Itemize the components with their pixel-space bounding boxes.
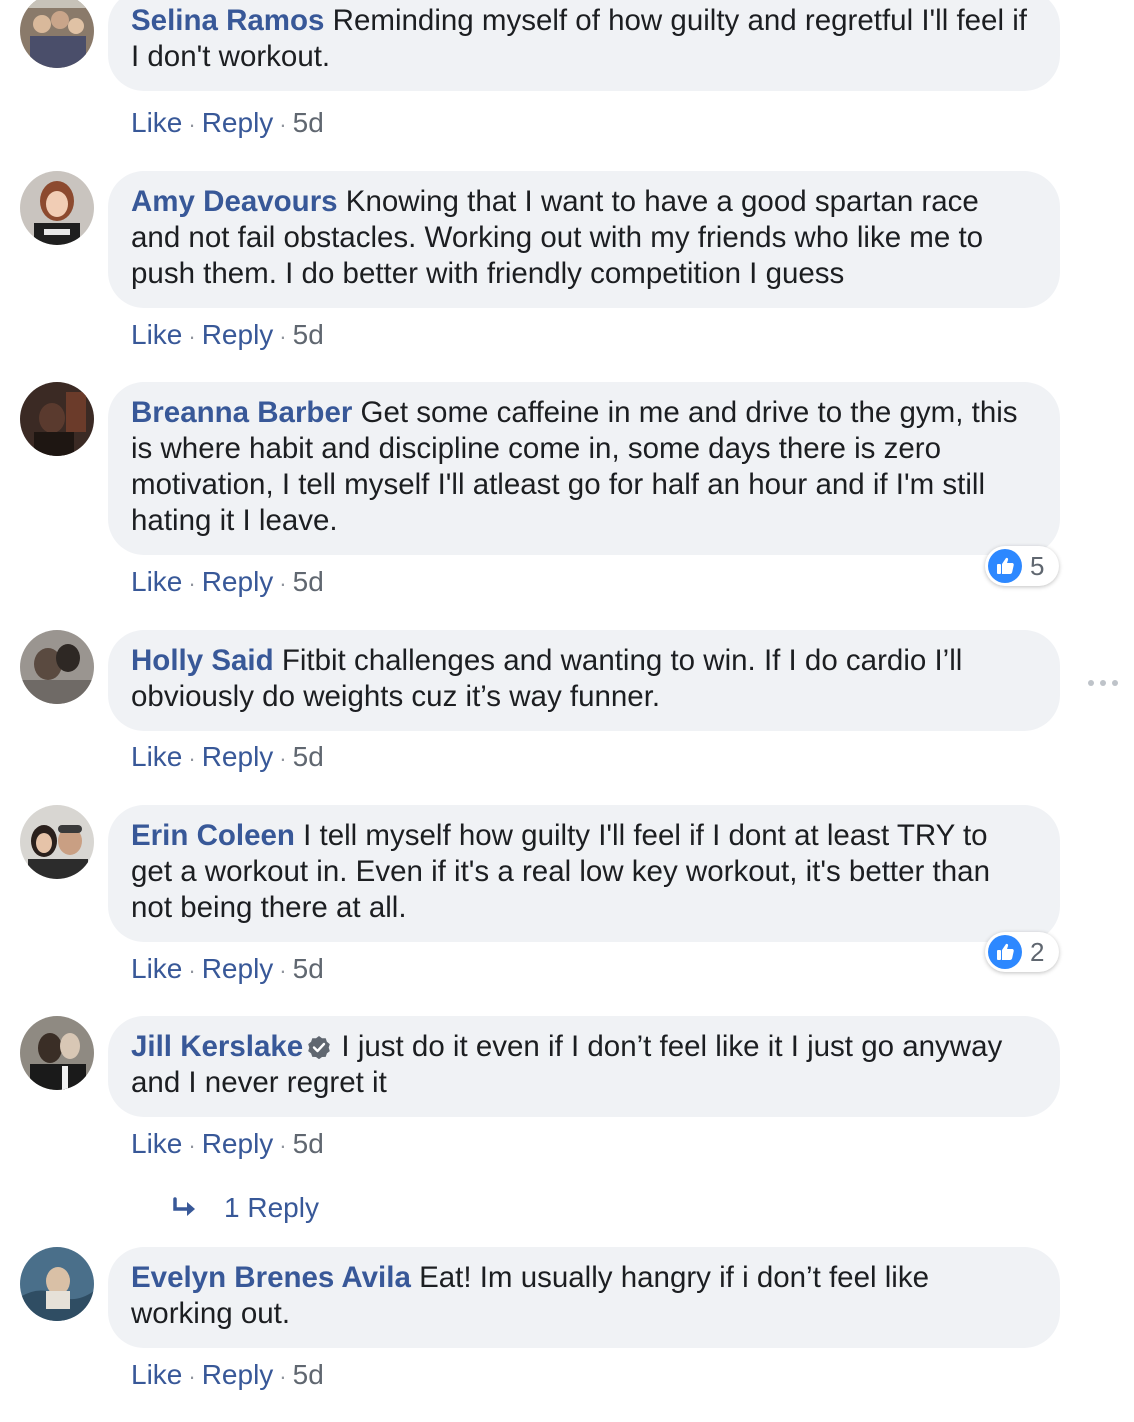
like-button[interactable]: Like — [131, 741, 182, 772]
separator-dot: · — [279, 324, 287, 349]
comment-bubble: Erin Coleen I tell myself how guilty I'l… — [108, 805, 1060, 942]
comment-timestamp[interactable]: 5d — [293, 741, 324, 772]
reaction-summary[interactable]: 2 — [985, 932, 1059, 972]
thumbs-up-icon — [988, 935, 1022, 969]
comment-actions: Like · Reply · 5d — [131, 565, 324, 601]
reply-arrow-icon — [173, 1197, 195, 1216]
reply-button[interactable]: Reply — [202, 1359, 274, 1390]
comment-author[interactable]: Breanna Barber — [131, 396, 352, 429]
comment-author[interactable]: Holly Said — [131, 644, 274, 677]
reply-button[interactable]: Reply — [202, 953, 274, 984]
separator-dot: · — [279, 571, 287, 596]
avatar[interactable] — [20, 382, 94, 456]
comment-bubble: Evelyn Brenes Avila Eat! Im usually hang… — [108, 1247, 1060, 1348]
view-replies-link[interactable]: 1 Reply — [172, 1192, 319, 1224]
avatar[interactable] — [20, 1247, 94, 1321]
comment-actions: Like · Reply · 5d — [131, 1127, 324, 1163]
like-button[interactable]: Like — [131, 566, 182, 597]
avatar[interactable] — [20, 171, 94, 245]
reply-button[interactable]: Reply — [202, 1128, 274, 1159]
separator-dot: · — [188, 1133, 196, 1158]
separator-dot: · — [188, 324, 196, 349]
like-button[interactable]: Like — [131, 953, 182, 984]
comment-actions: Like · Reply · 5d — [131, 106, 324, 142]
separator-dot: · — [188, 746, 196, 771]
comment-author[interactable]: Erin Coleen — [131, 819, 295, 852]
comment-timestamp[interactable]: 5d — [293, 953, 324, 984]
comment-actions: Like · Reply · 5d — [131, 740, 324, 776]
comment-actions: Like · Reply · 5d — [131, 952, 324, 988]
reaction-count: 5 — [1030, 550, 1045, 581]
separator-dot: · — [188, 112, 196, 137]
like-button[interactable]: Like — [131, 319, 182, 350]
separator-dot: · — [279, 958, 287, 983]
reply-button[interactable]: Reply — [202, 741, 274, 772]
comment-author[interactable]: Selina Ramos — [131, 4, 324, 37]
comment-actions: Like · Reply · 5d — [131, 1358, 324, 1394]
avatar[interactable] — [20, 630, 94, 704]
reply-button[interactable]: Reply — [202, 566, 274, 597]
separator-dot: · — [188, 1364, 196, 1389]
comment-author[interactable]: Evelyn Brenes Avila — [131, 1261, 411, 1294]
comment-bubble: Selina Ramos Reminding myself of how gui… — [108, 0, 1060, 91]
comment-author[interactable]: Amy Deavours — [131, 185, 338, 218]
avatar[interactable] — [20, 1016, 94, 1090]
comment-actions: Like · Reply · 5d — [131, 318, 324, 354]
avatar[interactable] — [20, 805, 94, 879]
reply-button[interactable]: Reply — [202, 319, 274, 350]
replies-count-label[interactable]: 1 Reply — [224, 1192, 319, 1224]
comment-timestamp[interactable]: 5d — [293, 1128, 324, 1159]
comment-bubble: Breanna Barber Get some caffeine in me a… — [108, 382, 1060, 555]
separator-dot: · — [279, 1133, 287, 1158]
separator-dot: · — [188, 571, 196, 596]
separator-dot: · — [188, 958, 196, 983]
reply-button[interactable]: Reply — [202, 107, 274, 138]
like-button[interactable]: Like — [131, 1128, 182, 1159]
comment-timestamp[interactable]: 5d — [293, 1359, 324, 1390]
comment-bubble: Amy Deavours Knowing that I want to have… — [108, 171, 1060, 308]
comment-bubble: Jill Kerslake I just do it even if I don… — [108, 1016, 1060, 1117]
separator-dot: · — [279, 746, 287, 771]
reaction-count: 2 — [1030, 936, 1045, 967]
comment-author[interactable]: Jill Kerslake — [131, 1030, 303, 1063]
comment-timestamp[interactable]: 5d — [293, 566, 324, 597]
verified-badge-icon — [308, 1036, 331, 1059]
separator-dot: · — [279, 1364, 287, 1389]
thumbs-up-icon — [988, 549, 1022, 583]
avatar[interactable] — [20, 0, 94, 68]
reaction-summary[interactable]: 5 — [985, 546, 1059, 586]
more-options-icon[interactable] — [1088, 676, 1118, 690]
like-button[interactable]: Like — [131, 1359, 182, 1390]
separator-dot: · — [279, 112, 287, 137]
comment-timestamp[interactable]: 5d — [293, 107, 324, 138]
comment-bubble: Holly Said Fitbit challenges and wanting… — [108, 630, 1060, 731]
comment-timestamp[interactable]: 5d — [293, 319, 324, 350]
like-button[interactable]: Like — [131, 107, 182, 138]
